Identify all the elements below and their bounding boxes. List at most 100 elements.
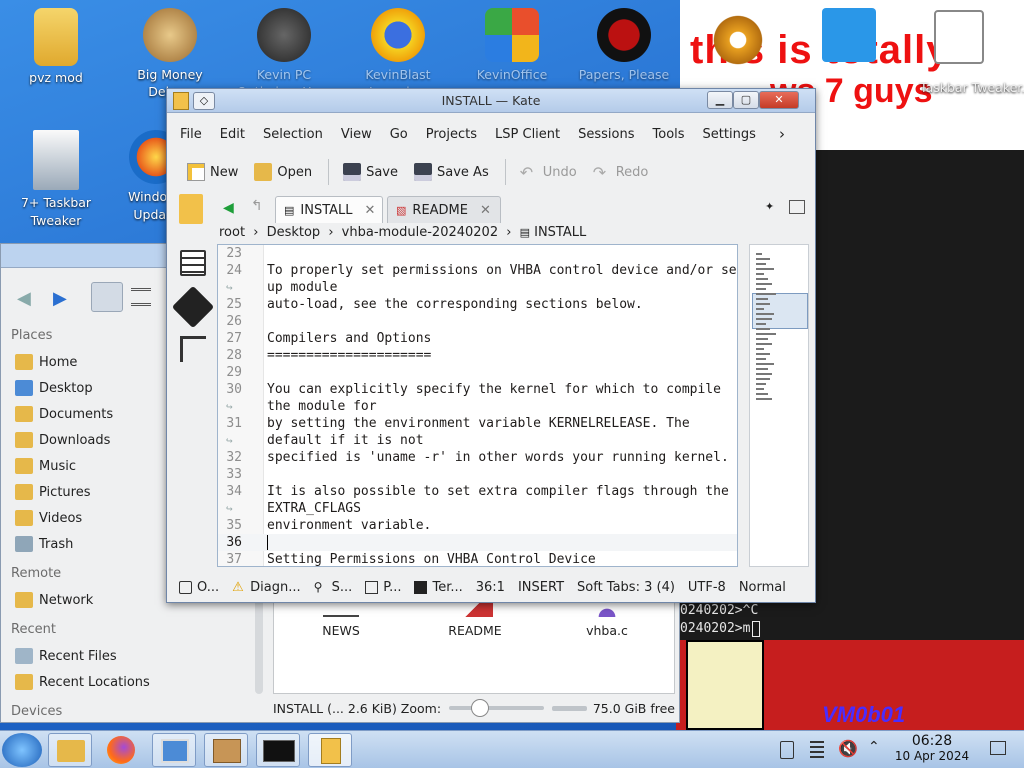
- menu-overflow-chevron-icon[interactable]: ›: [779, 125, 785, 143]
- menu-lsp-client[interactable]: LSP Client: [495, 127, 560, 142]
- editor-line[interactable]: 28 =====================: [218, 347, 737, 364]
- editor-line[interactable]: ↪ default if it is not: [218, 432, 737, 449]
- highlight-mode[interactable]: Normal: [739, 580, 786, 595]
- tab-close-icon[interactable]: ✕: [365, 203, 376, 218]
- tab-install[interactable]: ▤ INSTALL ✕: [275, 196, 383, 223]
- editor-line[interactable]: 23: [218, 245, 737, 262]
- desktop-icon-big-money[interactable]: Big Money Deluxe: [122, 8, 218, 100]
- encoding-setting[interactable]: UTF-8: [688, 580, 726, 595]
- places-item-recent-files[interactable]: Recent Files: [15, 648, 117, 664]
- breadcrumb-root[interactable]: root: [219, 225, 245, 240]
- tray-expand-chevron-icon[interactable]: ⌃: [868, 739, 880, 755]
- editor-line[interactable]: 31 by setting the environment variable KE…: [218, 415, 737, 432]
- undo-button[interactable]: ↶ Undo: [520, 163, 577, 182]
- tab-forward-icon[interactable]: ↰: [251, 198, 263, 214]
- output-panel-button[interactable]: O...: [179, 580, 219, 595]
- git-icon[interactable]: [171, 285, 215, 329]
- editor-line[interactable]: 35 environment variable.: [218, 517, 737, 534]
- places-item-documents[interactable]: Documents: [15, 406, 113, 422]
- forward-arrow-icon[interactable]: ▶: [53, 288, 67, 309]
- minimize-button[interactable]: ▁: [707, 91, 733, 109]
- taskbar-firefox[interactable]: [100, 733, 144, 767]
- editor-line[interactable]: 25 auto-load, see the corresponding secti…: [218, 296, 737, 313]
- kate-window[interactable]: ◇ INSTALL — Kate ▁ ▢ ✕ File Edit Selecti…: [166, 88, 816, 603]
- desktop-icon-pc-optimizer[interactable]: Kevin PC Optimizer Ho...: [236, 8, 332, 100]
- kate-titlebar[interactable]: ◇ INSTALL — Kate ▁ ▢ ✕: [167, 89, 815, 113]
- new-button[interactable]: New: [187, 163, 238, 181]
- text-editor[interactable]: 23 24 To properly set permissions on VHBA …: [217, 244, 738, 567]
- clipboard-tray-icon[interactable]: [780, 741, 794, 759]
- file-view[interactable]: NEWS README vhba.c: [273, 594, 675, 694]
- menu-file[interactable]: File: [180, 127, 202, 142]
- places-item-trash[interactable]: Trash: [15, 536, 73, 552]
- editor-line[interactable]: 26: [218, 313, 737, 330]
- editor-line[interactable]: 30 You can explicitly specify the kernel …: [218, 381, 737, 398]
- notes-tray-icon[interactable]: [810, 741, 824, 759]
- taskbar-package-manager[interactable]: [204, 733, 248, 767]
- indentation-setting[interactable]: Soft Tabs: 3 (4): [577, 580, 675, 595]
- breadcrumb-file[interactable]: INSTALL: [534, 225, 586, 240]
- diagnostics-panel-button[interactable]: ⚠ Diagn...: [232, 580, 300, 595]
- symbol-tree-icon[interactable]: [180, 336, 206, 362]
- file-news[interactable]: NEWS: [296, 597, 386, 638]
- tab-close-icon[interactable]: ✕: [480, 203, 491, 218]
- editor-line[interactable]: 36: [218, 534, 737, 551]
- start-orb-icon[interactable]: [2, 733, 42, 767]
- minimap[interactable]: [749, 244, 809, 567]
- cursor-position[interactable]: 36:1: [476, 580, 505, 595]
- breadcrumb-folder[interactable]: vhba-module-20240202: [342, 225, 498, 240]
- editor-line[interactable]: ↪ up module: [218, 279, 737, 296]
- document-list-icon[interactable]: [180, 250, 206, 276]
- menu-edit[interactable]: Edit: [220, 127, 245, 142]
- split-view-icon[interactable]: [789, 200, 805, 214]
- editor-line[interactable]: ↪ EXTRA_CFLAGS: [218, 500, 737, 517]
- places-item-pictures[interactable]: Pictures: [15, 484, 90, 500]
- taskbar-kate[interactable]: [308, 733, 352, 767]
- editor-line[interactable]: 33: [218, 466, 737, 483]
- zoom-slider-handle[interactable]: [471, 699, 490, 717]
- menu-sessions[interactable]: Sessions: [578, 127, 634, 142]
- tab-readme[interactable]: ▧ README ✕: [387, 196, 501, 223]
- desktop-icon-kevinblast[interactable]: KevinBlast Launcher: [350, 8, 446, 100]
- places-item-recent-locations[interactable]: Recent Locations: [15, 674, 150, 690]
- desktop-icon-kevinoffice[interactable]: KevinOffice: [464, 8, 560, 83]
- save-as-button[interactable]: Save As: [414, 163, 489, 181]
- desktop-icon-pvz-mod[interactable]: pvz mod: [8, 8, 104, 85]
- input-mode[interactable]: INSERT: [518, 580, 564, 595]
- file-readme[interactable]: README: [430, 597, 520, 638]
- volume-muted-icon[interactable]: 🔇: [838, 739, 858, 758]
- taskbar-system-settings[interactable]: [152, 733, 196, 767]
- places-item-music[interactable]: Music: [15, 458, 76, 474]
- file-vhba-c[interactable]: vhba.c: [562, 597, 652, 638]
- desktop-icon-taskbar-tweaker[interactable]: 7+ Taskbar Tweaker: [8, 130, 104, 230]
- menu-projects[interactable]: Projects: [426, 127, 477, 142]
- maximize-button[interactable]: ▢: [733, 91, 759, 109]
- menu-selection[interactable]: Selection: [263, 127, 323, 142]
- places-item-downloads[interactable]: Downloads: [15, 432, 110, 448]
- editor-line[interactable]: 34 It is also possible to set extra compi…: [218, 483, 737, 500]
- back-arrow-icon[interactable]: ◀: [17, 288, 31, 309]
- menu-view[interactable]: View: [341, 127, 372, 142]
- terminal-panel-button[interactable]: Ter...: [414, 580, 463, 595]
- show-desktop-icon[interactable]: [990, 741, 1006, 755]
- save-button[interactable]: Save: [343, 163, 398, 181]
- places-item-desktop[interactable]: Desktop: [15, 380, 93, 396]
- editor-line[interactable]: 24 To properly set permissions on VHBA co…: [218, 262, 737, 279]
- close-button[interactable]: ✕: [759, 91, 799, 109]
- pin-icon[interactable]: ✦: [765, 200, 774, 213]
- editor-line[interactable]: 32 specified is 'uname -r' in other words…: [218, 449, 737, 466]
- projects-panel-button[interactable]: P...: [365, 580, 401, 595]
- menu-go[interactable]: Go: [390, 127, 408, 142]
- taskbar-terminal[interactable]: [256, 733, 300, 767]
- documents-sidebar-icon[interactable]: [179, 194, 203, 224]
- editor-line[interactable]: ↪ the module for: [218, 398, 737, 415]
- editor-line[interactable]: 37 Setting Permissions on VHBA Control De…: [218, 551, 737, 566]
- menu-settings[interactable]: Settings: [703, 127, 756, 142]
- menu-tools[interactable]: Tools: [653, 127, 685, 142]
- redo-button[interactable]: ↷ Redo: [593, 163, 649, 182]
- places-item-videos[interactable]: Videos: [15, 510, 82, 526]
- clock[interactable]: 06:28 10 Apr 2024: [892, 733, 972, 763]
- places-item-home[interactable]: Home: [15, 354, 77, 370]
- search-panel-button[interactable]: ⚲ S...: [314, 580, 353, 595]
- editor-line[interactable]: 29: [218, 364, 737, 381]
